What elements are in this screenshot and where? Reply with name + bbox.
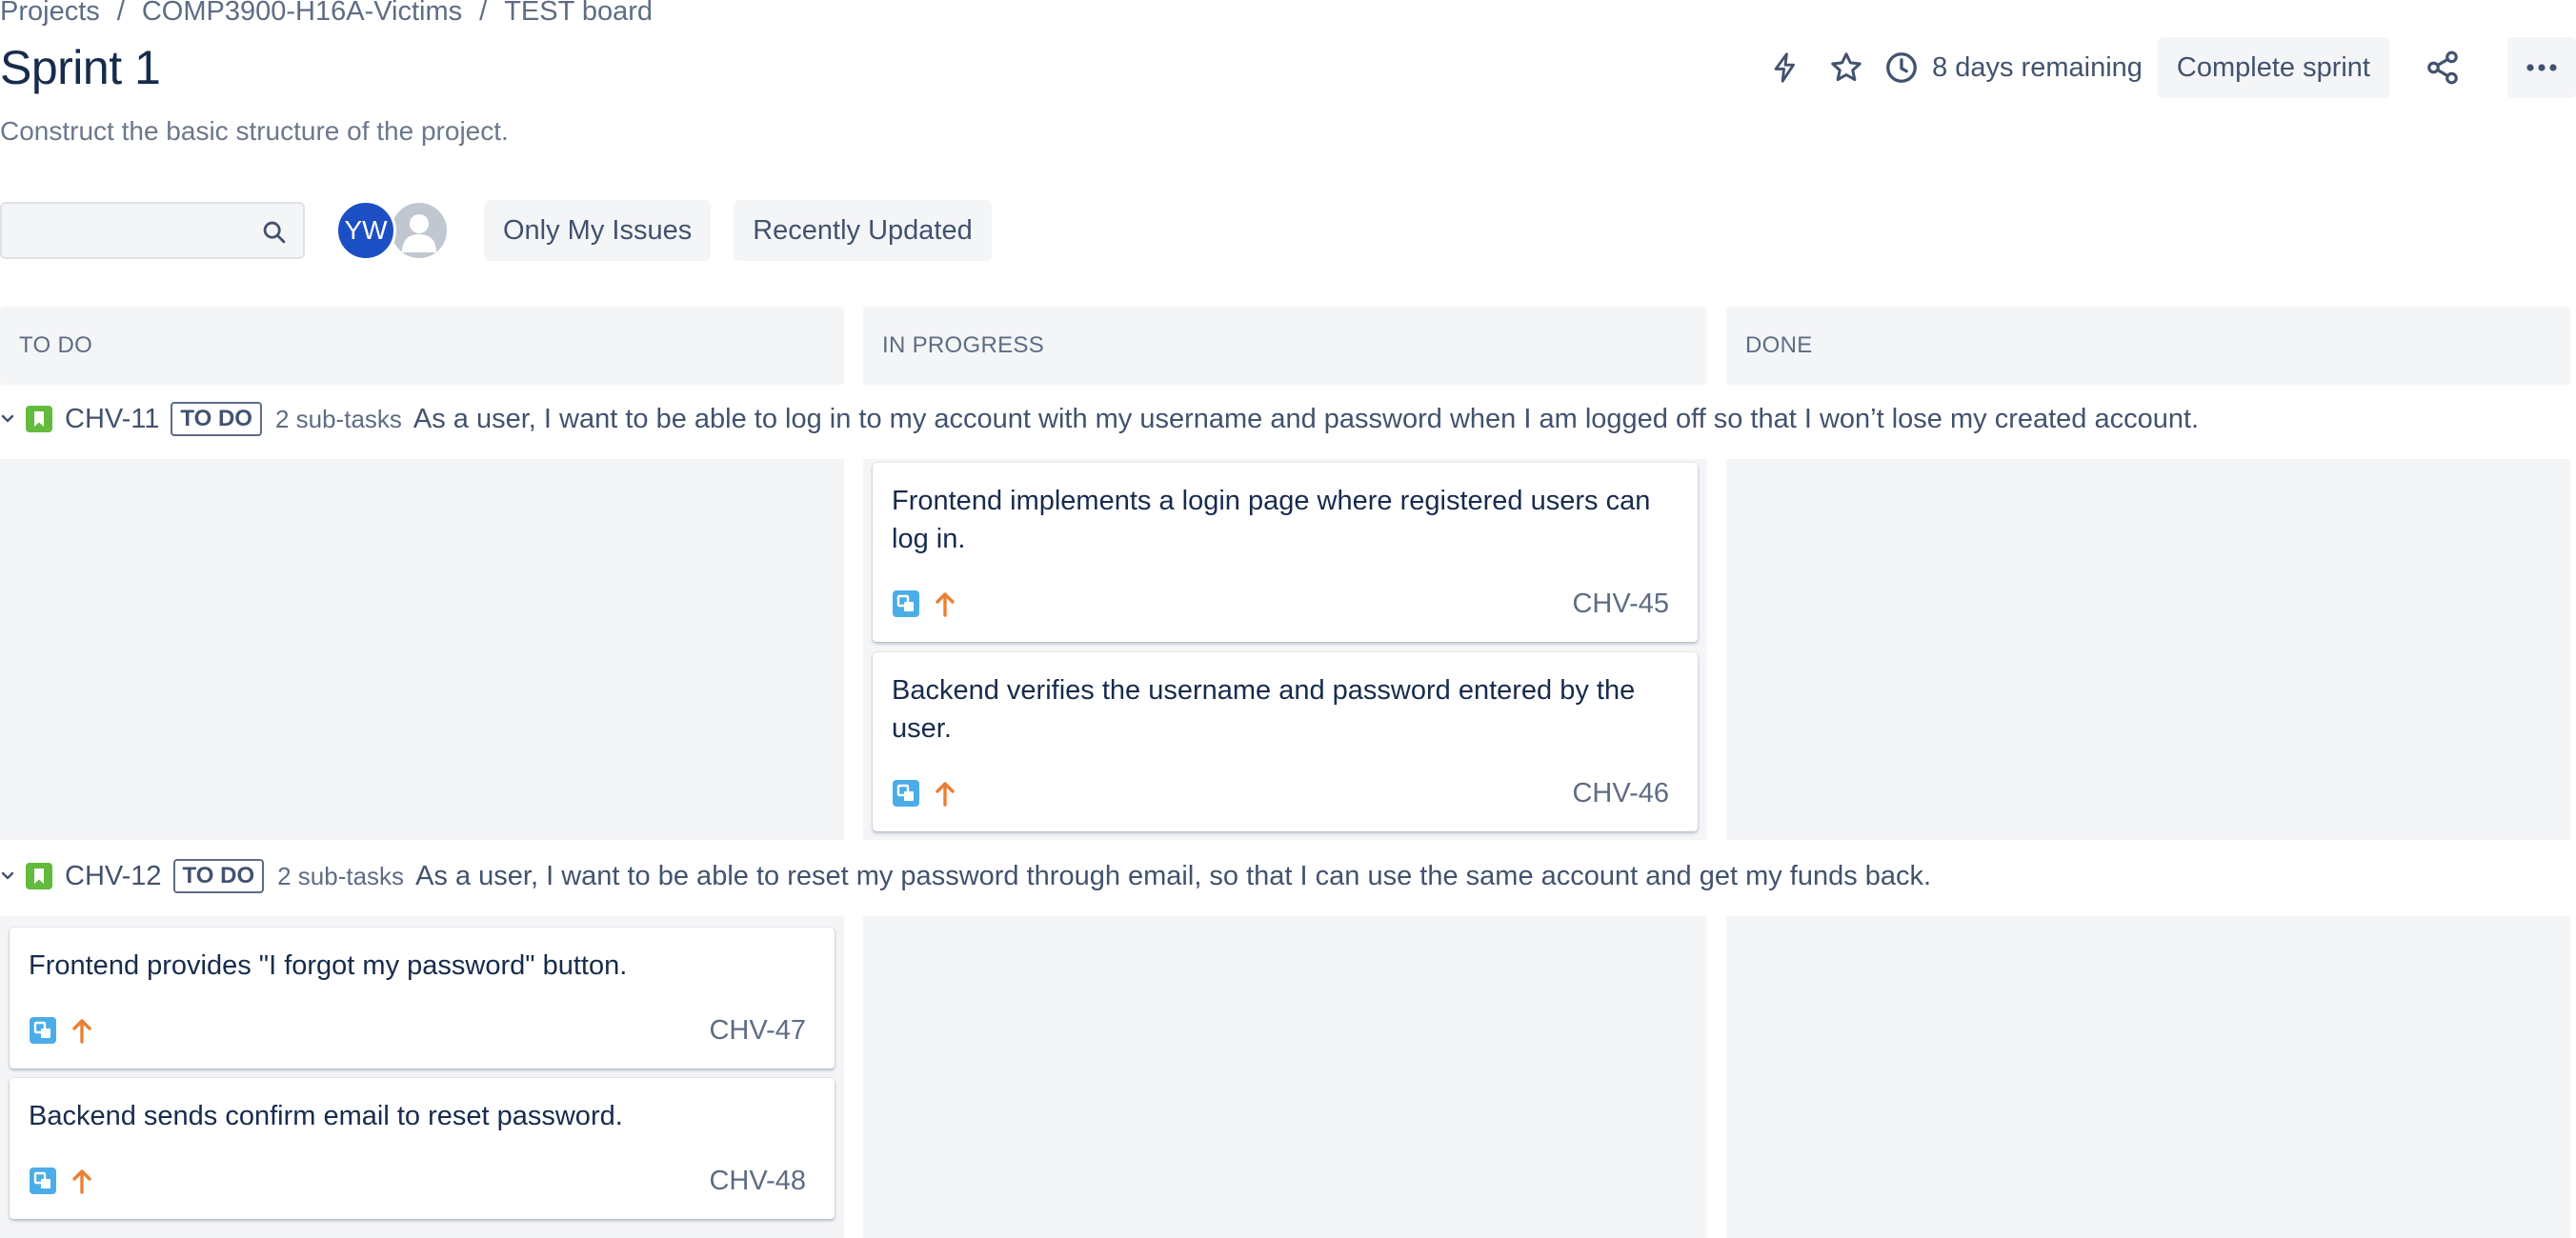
lane-cell-done: [1726, 916, 2570, 1238]
clock-icon: [1884, 50, 1919, 85]
header-actions: 8 days remaining Complete sprint: [1755, 36, 2576, 99]
column-header-done: DONE: [1726, 307, 2570, 385]
page-title: Sprint 1: [0, 41, 161, 94]
recently-updated-filter[interactable]: Recently Updated: [734, 200, 992, 261]
priority-high-icon: [70, 1167, 93, 1195]
card-key[interactable]: CHV-46: [1572, 778, 1669, 809]
story-icon: [25, 405, 53, 433]
card-footer: CHV-45: [892, 589, 1669, 619]
breadcrumb-separator: /: [116, 0, 125, 27]
issue-card[interactable]: Frontend provides "I forgot my password"…: [10, 928, 835, 1068]
column-header-todo: TO DO: [0, 307, 844, 385]
card-key[interactable]: CHV-47: [709, 1015, 806, 1047]
lane-cell-todo: [0, 459, 844, 840]
column-headers: TO DO IN PROGRESS DONE: [0, 307, 2576, 385]
card-summary: Backend sends confirm email to reset pas…: [29, 1101, 623, 1131]
card-summary: Frontend provides "I forgot my password"…: [29, 950, 628, 981]
card-key[interactable]: CHV-45: [1572, 589, 1669, 620]
sprint-goal: Construct the basic structure of the pro…: [0, 116, 509, 146]
swimlane-issue-key[interactable]: CHV-11: [65, 404, 159, 435]
swimlane-summary: As a user, I want to be able to log in t…: [413, 403, 2200, 434]
search-input[interactable]: [2, 204, 303, 257]
priority-high-icon: [70, 1016, 93, 1045]
avatar-group: YW: [335, 200, 450, 261]
automation-button[interactable]: [1755, 37, 1816, 98]
complete-sprint-button[interactable]: Complete sprint: [2157, 37, 2389, 98]
chevron-down-icon[interactable]: [0, 870, 19, 882]
subtask-icon: [29, 1167, 57, 1195]
subtask-count: 2 sub-tasks: [274, 404, 402, 433]
swimlane-issue-key[interactable]: CHV-12: [65, 861, 162, 892]
issue-card[interactable]: Backend verifies the username and passwo…: [873, 652, 1698, 831]
swimlane-header[interactable]: CHV-11 TO DO 2 sub-tasks As a user, I wa…: [0, 395, 2199, 443]
only-my-issues-filter[interactable]: Only My Issues: [484, 200, 712, 261]
breadcrumb: Projects / COMP3900-H16A-Victims / TEST …: [0, 0, 653, 30]
breadcrumb-projects[interactable]: Projects: [0, 0, 100, 28]
subtask-count: 2 sub-tasks: [277, 861, 405, 890]
story-icon: [25, 862, 53, 890]
card-summary: Frontend implements a login page where r…: [892, 486, 1651, 554]
swimlane-summary: As a user, I want to be able to reset my…: [415, 860, 1932, 891]
priority-high-icon: [934, 589, 956, 618]
subtask-icon: [29, 1016, 57, 1045]
lightning-icon: [1774, 52, 1795, 83]
more-button[interactable]: [2507, 37, 2576, 98]
column-header-in-progress: IN PROGRESS: [863, 307, 1707, 385]
time-remaining: 8 days remaining: [1884, 50, 2143, 85]
share-icon: [2427, 50, 2458, 85]
person-icon: [402, 214, 436, 252]
more-icon: [2526, 64, 2557, 71]
status-badge: TO DO: [171, 402, 262, 436]
subtask-icon: [892, 779, 920, 808]
card-footer: CHV-46: [892, 778, 1669, 809]
subtask-icon: [892, 589, 920, 618]
star-icon: [1831, 52, 1862, 82]
breadcrumb-board[interactable]: TEST board: [504, 0, 653, 28]
card-footer: CHV-47: [29, 1015, 806, 1046]
unassigned-avatar[interactable]: [389, 200, 450, 261]
avatar[interactable]: YW: [335, 200, 396, 261]
search-box: [0, 202, 305, 259]
issue-card[interactable]: Backend sends confirm email to reset pas…: [10, 1078, 835, 1219]
filter-bar: YW Only My Issues Recently Updated: [0, 200, 1015, 261]
swimlane-header[interactable]: CHV-12 TO DO 2 sub-tasks As a user, I wa…: [0, 852, 1931, 900]
status-badge: TO DO: [172, 859, 265, 893]
issue-card[interactable]: Frontend implements a login page where r…: [873, 463, 1698, 642]
search-icon: [261, 219, 288, 250]
lane-cell-in-progress: [863, 916, 1707, 1238]
card-summary: Backend verifies the username and passwo…: [892, 675, 1636, 744]
chevron-down-icon[interactable]: [0, 413, 19, 425]
lane-cell-done: [1726, 459, 2570, 840]
time-remaining-text: 8 days remaining: [1932, 51, 2143, 83]
card-footer: CHV-48: [29, 1166, 806, 1196]
star-button[interactable]: [1816, 37, 1877, 98]
card-key[interactable]: CHV-48: [709, 1166, 806, 1197]
breadcrumb-project[interactable]: COMP3900-H16A-Victims: [142, 0, 462, 28]
share-button[interactable]: [2412, 37, 2473, 98]
breadcrumb-separator: /: [479, 0, 488, 27]
priority-high-icon: [934, 779, 956, 808]
